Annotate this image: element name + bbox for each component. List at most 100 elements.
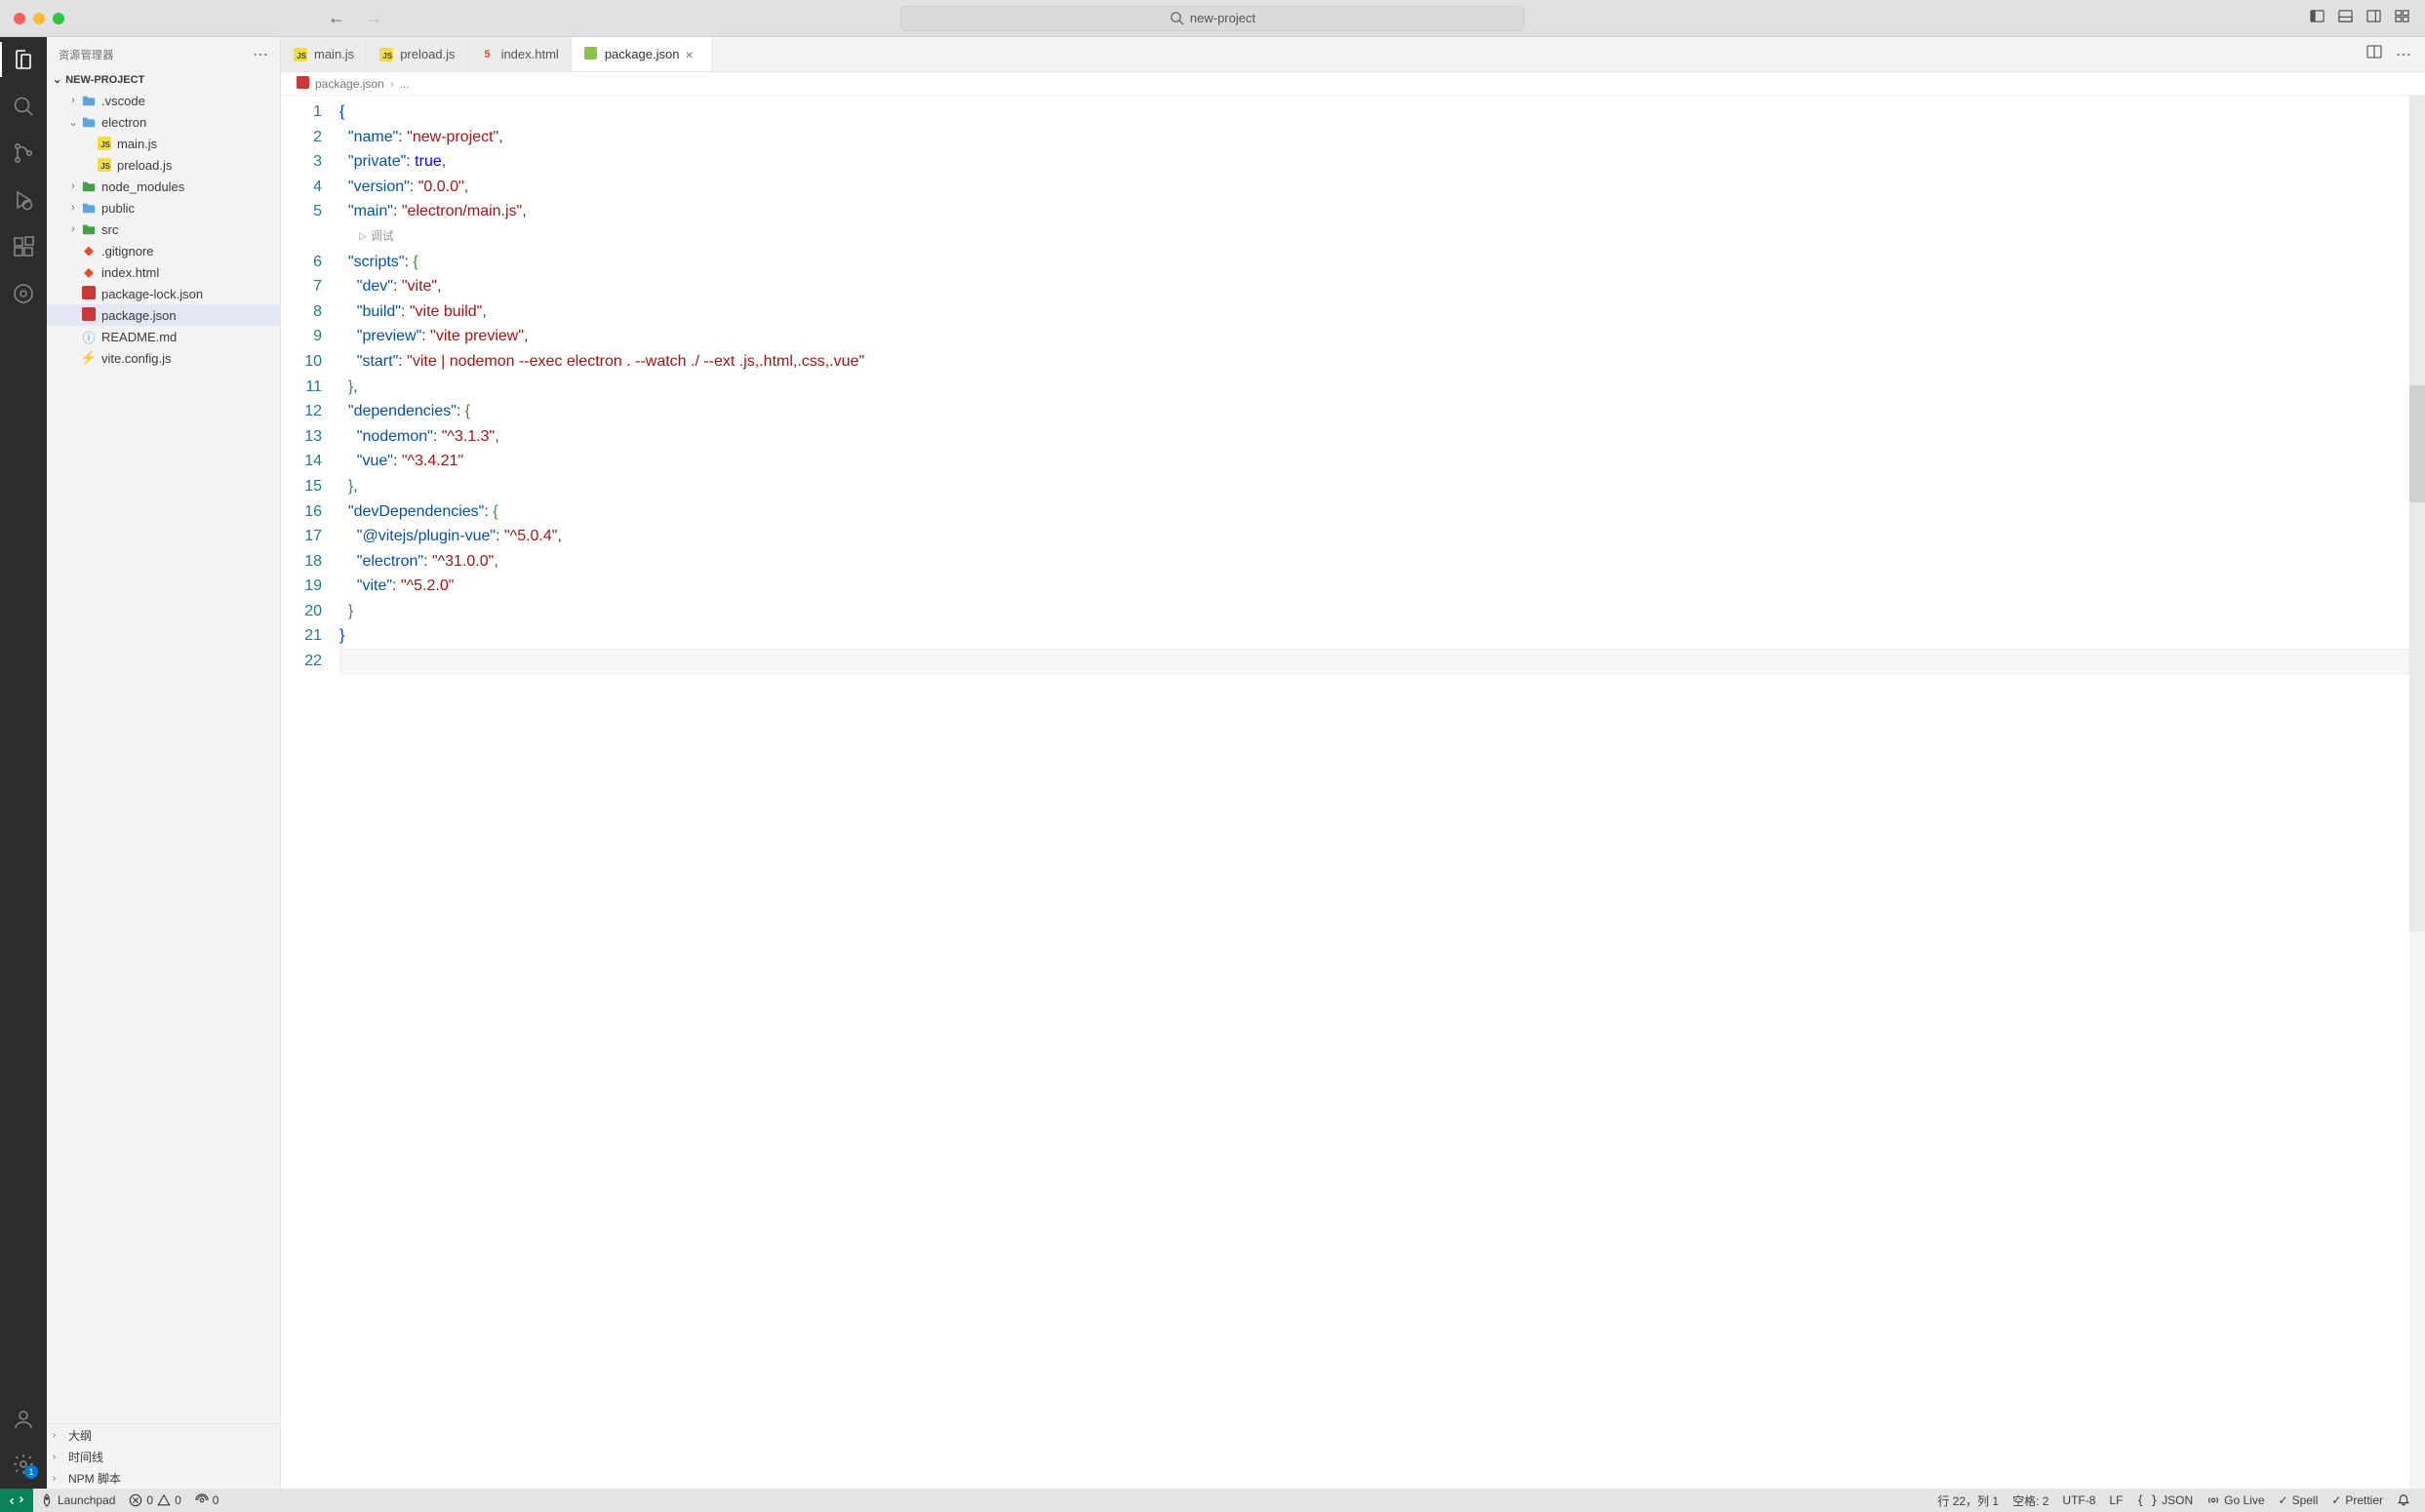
split-editor-icon[interactable] [2366,44,2382,64]
activity-source-control[interactable] [11,140,36,166]
scrollbar-thumb[interactable] [2409,385,2425,502]
activity-run-debug[interactable] [11,187,36,213]
code-line[interactable]: "scripts": { [339,250,2409,275]
code-line[interactable]: "nodemon": "^3.1.3", [339,424,2409,450]
file-label: public [101,201,135,216]
code-line[interactable]: "devDependencies": { [339,499,2409,525]
status-indentation[interactable]: 空格: 2 [2006,1489,2055,1512]
file-icon: ◆ [80,243,98,259]
project-root[interactable]: ⌄ NEW-PROJECT [47,71,280,90]
status-bar: Launchpad 0 0 0 行 22，列 1 空格: 2 UTF-8 LF … [0,1489,2425,1512]
chevron-right-icon: › [390,77,394,91]
code-line[interactable]: "version": "0.0.0", [339,175,2409,200]
close-window-button[interactable] [14,13,25,24]
breadcrumb[interactable]: package.json › ... [281,72,2425,96]
editor-tab[interactable]: 5index.html [468,37,572,71]
code-content[interactable]: { "name": "new-project", "private": true… [339,96,2409,1489]
file-label: .gitignore [101,244,153,259]
file-icon [80,115,98,129]
file-label: node_modules [101,179,184,194]
folder-item[interactable]: ⌄electron [47,111,280,133]
status-prettier[interactable]: ✓Prettier [2325,1489,2390,1512]
overview-ruler[interactable] [2409,96,2425,1489]
status-language[interactable]: { }JSON [2129,1489,2200,1512]
code-line[interactable]: "private": true, [339,149,2409,175]
tab-file-icon [583,47,599,62]
code-line[interactable]: }, [339,375,2409,400]
file-item[interactable]: package.json [47,304,280,326]
code-line[interactable]: "dependencies": { [339,399,2409,424]
code-line[interactable]: "vite": "^5.2.0" [339,574,2409,599]
code-line[interactable]: "dev": "vite", [339,274,2409,299]
code-line[interactable]: "main": "electron/main.js", [339,199,2409,224]
status-encoding[interactable]: UTF-8 [2055,1489,2102,1512]
sidebar-section[interactable]: ›时间线 [47,1446,280,1467]
folder-item[interactable]: ›node_modules [47,176,280,197]
close-tab-icon[interactable]: × [685,47,700,62]
file-item[interactable]: ⓘREADME.md [47,326,280,347]
settings-badge: 1 [24,1465,38,1479]
sidebar-section[interactable]: ›NPM 脚本 [47,1467,280,1489]
sidebar-section[interactable]: ›大纲 [47,1424,280,1446]
activity-accounts[interactable] [11,1407,36,1432]
code-line[interactable]: "start": "vite | nodemon --exec electron… [339,349,2409,375]
code-line[interactable]: "build": "vite build", [339,299,2409,325]
code-line[interactable]: "vue": "^3.4.21" [339,449,2409,474]
status-ports[interactable]: 0 [188,1489,226,1512]
editor-tab[interactable]: JSpreload.js [367,37,467,71]
status-cursor-position[interactable]: 行 22，列 1 [1930,1489,2006,1512]
editor-tab[interactable]: package.json× [572,37,714,71]
code-line[interactable]: }, [339,474,2409,499]
file-item[interactable]: ◆index.html [47,261,280,283]
twisty-icon: › [66,223,80,235]
folder-item[interactable]: ›src [47,219,280,240]
file-item[interactable]: ◆.gitignore [47,240,280,261]
activity-extensions[interactable] [11,234,36,259]
code-line[interactable] [339,649,2409,674]
code-line[interactable]: "preview": "vite preview", [339,324,2409,349]
nav-forward-button[interactable]: → [365,8,382,28]
tab-file-icon: JS [378,47,394,62]
file-item[interactable]: JSmain.js [47,133,280,154]
maximize-window-button[interactable] [53,13,64,24]
status-spell[interactable]: ✓Spell [2272,1489,2326,1512]
code-line[interactable]: "electron": "^31.0.0", [339,549,2409,575]
toggle-panel-icon[interactable] [2338,9,2353,27]
activity-gitlens[interactable] [11,281,36,306]
file-item[interactable]: package-lock.json [47,283,280,304]
folder-item[interactable]: ›public [47,197,280,219]
activity-search[interactable] [11,94,36,119]
status-notifications[interactable] [2390,1489,2417,1512]
file-icon [80,222,98,236]
code-line[interactable]: } [339,599,2409,624]
code-editor[interactable]: 12345678910111213141516171819202122 { "n… [281,96,2425,1489]
nav-back-button[interactable]: ← [328,8,345,28]
titlebar: ← → new-project [0,0,2425,37]
status-golive[interactable]: Go Live [2200,1489,2271,1512]
folder-item[interactable]: ›.vscode [47,90,280,111]
code-line[interactable]: { [339,99,2409,125]
status-problems[interactable]: 0 0 [122,1489,187,1512]
twisty-icon: › [66,95,80,106]
toggle-primary-sidebar-icon[interactable] [2310,9,2325,27]
code-line[interactable]: } [339,623,2409,649]
customize-layout-icon[interactable] [2395,9,2409,27]
command-center-search[interactable]: new-project [900,6,1525,31]
activity-settings[interactable]: 1 [11,1452,36,1477]
sidebar-more-button[interactable]: ⋯ [253,45,268,64]
editor-tab[interactable]: JSmain.js [281,37,367,71]
code-line[interactable]: "name": "new-project", [339,125,2409,150]
code-line[interactable]: "@vitejs/plugin-vue": "^5.0.4", [339,524,2409,549]
editor-more-icon[interactable]: ⋯ [2396,45,2411,64]
minimize-window-button[interactable] [33,13,45,24]
file-label: package-lock.json [101,287,203,301]
status-eol[interactable]: LF [2102,1489,2129,1512]
file-item[interactable]: ⚡vite.config.js [47,347,280,369]
activity-explorer[interactable] [11,47,36,72]
search-icon [1170,11,1184,25]
codelens-debug[interactable]: ▷调试 [339,224,2409,250]
status-launchpad[interactable]: Launchpad [33,1489,122,1512]
remote-indicator[interactable] [0,1489,33,1512]
file-item[interactable]: JSpreload.js [47,154,280,176]
toggle-secondary-sidebar-icon[interactable] [2366,9,2381,27]
